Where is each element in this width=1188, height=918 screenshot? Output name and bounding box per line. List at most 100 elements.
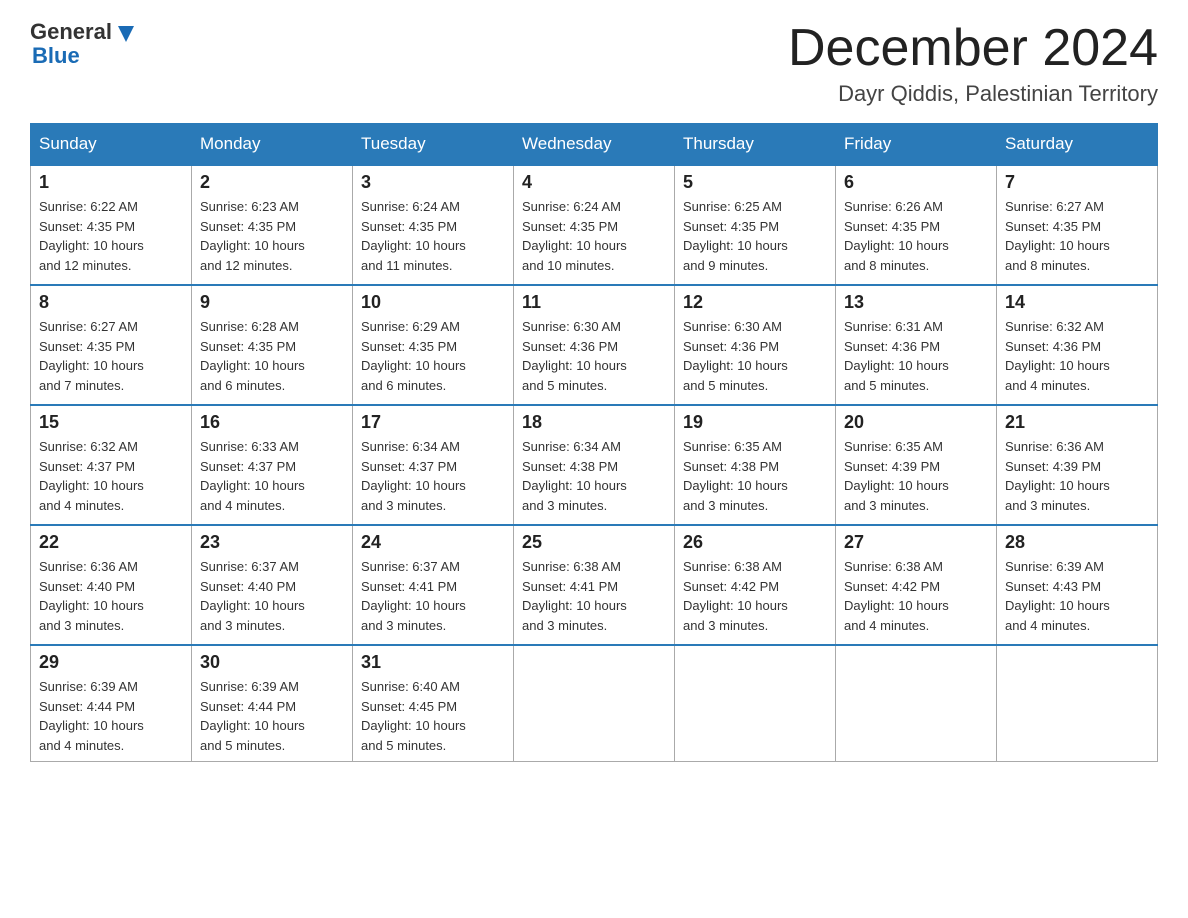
- day-number: 3: [361, 172, 505, 193]
- day-number: 24: [361, 532, 505, 553]
- day-number: 9: [200, 292, 344, 313]
- logo-blue: Blue: [32, 44, 137, 68]
- calendar-cell: 31 Sunrise: 6:40 AMSunset: 4:45 PMDayligh…: [353, 645, 514, 762]
- calendar-cell: 9 Sunrise: 6:28 AMSunset: 4:35 PMDaylight…: [192, 285, 353, 405]
- day-info: Sunrise: 6:32 AMSunset: 4:36 PMDaylight:…: [1005, 317, 1149, 395]
- calendar-cell: 18 Sunrise: 6:34 AMSunset: 4:38 PMDayligh…: [514, 405, 675, 525]
- day-info: Sunrise: 6:22 AMSunset: 4:35 PMDaylight:…: [39, 197, 183, 275]
- day-number: 26: [683, 532, 827, 553]
- calendar-cell: 27 Sunrise: 6:38 AMSunset: 4:42 PMDayligh…: [836, 525, 997, 645]
- calendar-cell: 3 Sunrise: 6:24 AMSunset: 4:35 PMDaylight…: [353, 165, 514, 285]
- calendar-cell: 15 Sunrise: 6:32 AMSunset: 4:37 PMDayligh…: [31, 405, 192, 525]
- day-number: 6: [844, 172, 988, 193]
- day-number: 22: [39, 532, 183, 553]
- day-number: 20: [844, 412, 988, 433]
- calendar-cell: 14 Sunrise: 6:32 AMSunset: 4:36 PMDayligh…: [997, 285, 1158, 405]
- day-info: Sunrise: 6:40 AMSunset: 4:45 PMDaylight:…: [361, 677, 505, 755]
- weekday-header-tuesday: Tuesday: [353, 124, 514, 166]
- day-number: 13: [844, 292, 988, 313]
- calendar-cell: 10Sunrise: 6:29 AMSunset: 4:35 PMDayligh…: [353, 285, 514, 405]
- day-info: Sunrise: 6:38 AMSunset: 4:42 PMDaylight:…: [683, 557, 827, 635]
- day-info: Sunrise: 6:24 AMSunset: 4:35 PMDaylight:…: [522, 197, 666, 275]
- day-info: Sunrise: 6:31 AMSunset: 4:36 PMDaylight:…: [844, 317, 988, 395]
- calendar-cell: 6 Sunrise: 6:26 AMSunset: 4:35 PMDaylight…: [836, 165, 997, 285]
- week-row-1: 1 Sunrise: 6:22 AMSunset: 4:35 PMDaylight…: [31, 165, 1158, 285]
- day-number: 14: [1005, 292, 1149, 313]
- day-number: 1: [39, 172, 183, 193]
- day-number: 15: [39, 412, 183, 433]
- day-number: 19: [683, 412, 827, 433]
- calendar-cell: 11Sunrise: 6:30 AMSunset: 4:36 PMDayligh…: [514, 285, 675, 405]
- calendar-cell: 5Sunrise: 6:25 AMSunset: 4:35 PMDaylight…: [675, 165, 836, 285]
- day-number: 30: [200, 652, 344, 673]
- day-info: Sunrise: 6:33 AMSunset: 4:37 PMDaylight:…: [200, 437, 344, 515]
- day-info: Sunrise: 6:34 AMSunset: 4:37 PMDaylight:…: [361, 437, 505, 515]
- calendar-table: SundayMondayTuesdayWednesdayThursdayFrid…: [30, 123, 1158, 762]
- calendar-cell: 26 Sunrise: 6:38 AMSunset: 4:42 PMDayligh…: [675, 525, 836, 645]
- location-subtitle: Dayr Qiddis, Palestinian Territory: [788, 81, 1158, 107]
- title-area: December 2024 Dayr Qiddis, Palestinian T…: [788, 20, 1158, 107]
- day-number: 23: [200, 532, 344, 553]
- calendar-cell: 16 Sunrise: 6:33 AMSunset: 4:37 PMDayligh…: [192, 405, 353, 525]
- weekday-header-friday: Friday: [836, 124, 997, 166]
- calendar-cell: [836, 645, 997, 762]
- weekday-header-sunday: Sunday: [31, 124, 192, 166]
- calendar-cell: 7 Sunrise: 6:27 AMSunset: 4:35 PMDaylight…: [997, 165, 1158, 285]
- weekday-header-wednesday: Wednesday: [514, 124, 675, 166]
- logo-general: General: [30, 20, 112, 44]
- day-number: 8: [39, 292, 183, 313]
- day-number: 7: [1005, 172, 1149, 193]
- day-info: Sunrise: 6:24 AMSunset: 4:35 PMDaylight:…: [361, 197, 505, 275]
- day-number: 17: [361, 412, 505, 433]
- calendar-cell: 20Sunrise: 6:35 AMSunset: 4:39 PMDayligh…: [836, 405, 997, 525]
- day-number: 27: [844, 532, 988, 553]
- calendar-cell: 22 Sunrise: 6:36 AMSunset: 4:40 PMDayligh…: [31, 525, 192, 645]
- day-number: 4: [522, 172, 666, 193]
- day-info: Sunrise: 6:38 AMSunset: 4:42 PMDaylight:…: [844, 557, 988, 635]
- day-number: 25: [522, 532, 666, 553]
- calendar-cell: 24 Sunrise: 6:37 AMSunset: 4:41 PMDayligh…: [353, 525, 514, 645]
- calendar-cell: 25Sunrise: 6:38 AMSunset: 4:41 PMDayligh…: [514, 525, 675, 645]
- day-number: 18: [522, 412, 666, 433]
- day-info: Sunrise: 6:29 AMSunset: 4:35 PMDaylight:…: [361, 317, 505, 395]
- page-header: General Blue December 2024 Dayr Qiddis, …: [30, 20, 1158, 107]
- day-number: 21: [1005, 412, 1149, 433]
- day-info: Sunrise: 6:28 AMSunset: 4:35 PMDaylight:…: [200, 317, 344, 395]
- day-info: Sunrise: 6:35 AMSunset: 4:38 PMDaylight:…: [683, 437, 827, 515]
- calendar-cell: 13 Sunrise: 6:31 AMSunset: 4:36 PMDayligh…: [836, 285, 997, 405]
- calendar-cell: [997, 645, 1158, 762]
- day-info: Sunrise: 6:37 AMSunset: 4:41 PMDaylight:…: [361, 557, 505, 635]
- weekday-header-row: SundayMondayTuesdayWednesdayThursdayFrid…: [31, 124, 1158, 166]
- day-info: Sunrise: 6:27 AMSunset: 4:35 PMDaylight:…: [1005, 197, 1149, 275]
- day-info: Sunrise: 6:27 AMSunset: 4:35 PMDaylight:…: [39, 317, 183, 395]
- day-number: 31: [361, 652, 505, 673]
- day-number: 16: [200, 412, 344, 433]
- calendar-cell: 30 Sunrise: 6:39 AMSunset: 4:44 PMDayligh…: [192, 645, 353, 762]
- calendar-cell: 17 Sunrise: 6:34 AMSunset: 4:37 PMDayligh…: [353, 405, 514, 525]
- calendar-cell: 2Sunrise: 6:23 AMSunset: 4:35 PMDaylight…: [192, 165, 353, 285]
- week-row-4: 22 Sunrise: 6:36 AMSunset: 4:40 PMDayligh…: [31, 525, 1158, 645]
- day-number: 12: [683, 292, 827, 313]
- day-info: Sunrise: 6:25 AMSunset: 4:35 PMDaylight:…: [683, 197, 827, 275]
- day-info: Sunrise: 6:26 AMSunset: 4:35 PMDaylight:…: [844, 197, 988, 275]
- week-row-3: 15 Sunrise: 6:32 AMSunset: 4:37 PMDayligh…: [31, 405, 1158, 525]
- calendar-cell: 29Sunrise: 6:39 AMSunset: 4:44 PMDayligh…: [31, 645, 192, 762]
- day-info: Sunrise: 6:39 AMSunset: 4:44 PMDaylight:…: [200, 677, 344, 755]
- day-info: Sunrise: 6:36 AMSunset: 4:40 PMDaylight:…: [39, 557, 183, 635]
- day-info: Sunrise: 6:34 AMSunset: 4:38 PMDaylight:…: [522, 437, 666, 515]
- day-info: Sunrise: 6:37 AMSunset: 4:40 PMDaylight:…: [200, 557, 344, 635]
- day-info: Sunrise: 6:36 AMSunset: 4:39 PMDaylight:…: [1005, 437, 1149, 515]
- logo-triangle-icon: [115, 22, 137, 44]
- calendar-cell: [675, 645, 836, 762]
- logo: General Blue: [30, 20, 137, 68]
- day-info: Sunrise: 6:32 AMSunset: 4:37 PMDaylight:…: [39, 437, 183, 515]
- calendar-cell: 19 Sunrise: 6:35 AMSunset: 4:38 PMDayligh…: [675, 405, 836, 525]
- calendar-cell: 1 Sunrise: 6:22 AMSunset: 4:35 PMDaylight…: [31, 165, 192, 285]
- calendar-cell: 28Sunrise: 6:39 AMSunset: 4:43 PMDayligh…: [997, 525, 1158, 645]
- day-number: 11: [522, 292, 666, 313]
- week-row-2: 8 Sunrise: 6:27 AMSunset: 4:35 PMDaylight…: [31, 285, 1158, 405]
- calendar-cell: [514, 645, 675, 762]
- calendar-cell: 8 Sunrise: 6:27 AMSunset: 4:35 PMDaylight…: [31, 285, 192, 405]
- calendar-cell: 4 Sunrise: 6:24 AMSunset: 4:35 PMDaylight…: [514, 165, 675, 285]
- calendar-cell: 23 Sunrise: 6:37 AMSunset: 4:40 PMDayligh…: [192, 525, 353, 645]
